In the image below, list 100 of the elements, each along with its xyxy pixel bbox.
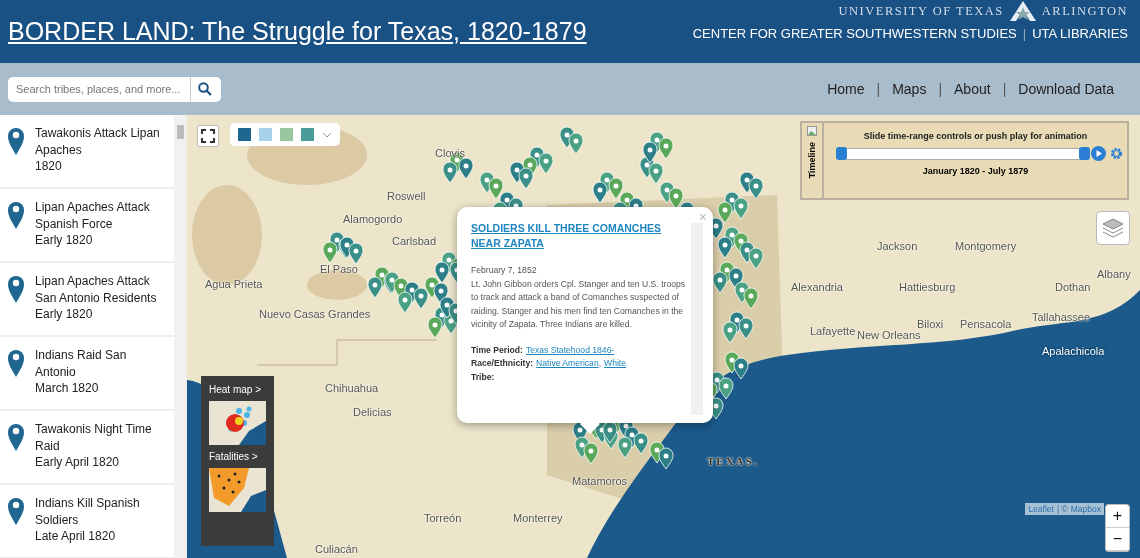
map-pin-icon: [7, 275, 25, 303]
place-label: Carlsbad: [392, 235, 437, 248]
place-label: Monterrey: [513, 512, 563, 525]
event-title: Indians Kill Spanish Soldiers: [35, 495, 141, 528]
place-label: Culiacán: [315, 543, 358, 556]
fullscreen-button[interactable]: [197, 125, 219, 147]
event-date: March 1820: [35, 380, 100, 397]
event-list-item[interactable]: Indians Kill Spanish Soldiers Late April 1820: [0, 485, 174, 557]
place-label: Hattiesburg: [899, 281, 956, 294]
layers-icon: [1102, 218, 1124, 238]
university-name: UNIVERSITY OF TEXAS: [838, 3, 1004, 19]
color-swatch[interactable]: [301, 128, 314, 141]
timeline-hint: Slide time-range controls or push play for animation: [863, 131, 1088, 141]
place-label: Alexandria: [791, 281, 843, 294]
place-label: Pensacola: [960, 318, 1012, 331]
link-separator: |: [938, 81, 943, 97]
nav-link[interactable]: Home: [827, 81, 865, 97]
settings-icon[interactable]: [1108, 146, 1124, 161]
search-field[interactable]: Search tribes, places, and more...: [8, 76, 221, 102]
event-list-item[interactable]: Tawakonis Night Time Raid Early April 1820: [0, 411, 174, 483]
place-label: Albany: [1097, 268, 1131, 281]
link-separator: |: [876, 81, 881, 97]
nav-link[interactable]: Maps: [892, 81, 927, 97]
zoom-button[interactable]: −: [1106, 528, 1129, 551]
map-pin-icon: [7, 423, 25, 451]
star-logo-icon: [1007, 1, 1038, 21]
event-title: Indians Raid San Antonio: [35, 347, 128, 380]
link-separator: ,: [598, 357, 602, 370]
fullscreen-icon: [201, 129, 215, 143]
event-date: Early 1820: [35, 306, 94, 323]
style-picker[interactable]: [230, 123, 340, 146]
color-swatch[interactable]: [280, 128, 293, 141]
place-label: Chihuahua: [325, 382, 379, 395]
event-title: Tawakonis Night Time Raid: [35, 421, 153, 454]
place-label: Lafayette: [810, 325, 856, 338]
place-label: El Paso: [320, 263, 358, 276]
nav-link[interactable]: Download Data: [1018, 81, 1114, 97]
event-date: Early 1820: [35, 232, 94, 249]
event-date: Late April 1820: [35, 528, 117, 545]
event-date: 1820: [35, 158, 63, 175]
place-label: Agua Prieta: [205, 278, 263, 291]
broken-image-icon: [807, 126, 817, 136]
timeline-tab[interactable]: Timeline: [802, 123, 824, 198]
event-title: Lipan Apaches Attack San Antonio Residents: [35, 273, 158, 306]
field-label: Time Period:: [471, 343, 523, 357]
field-label: Tribe:: [471, 370, 495, 384]
chevron-down-icon[interactable]: [322, 131, 332, 138]
place-label: New Orleans: [857, 329, 921, 342]
event-list-item[interactable]: Lipan Apaches Attack San Antonio Residents Early 1820: [0, 263, 174, 335]
thumbnail-link[interactable]: Fatalities >: [209, 451, 266, 462]
link-separator: |: [1022, 26, 1027, 41]
place-label: Montgomery: [955, 240, 1017, 253]
place-label: Dothan: [1055, 281, 1091, 294]
thumbnail-link[interactable]: Heat map >: [209, 384, 266, 395]
event-description: Lt. John Gibbon orders Cpl. Stanger and ten U.S. troops to track and attack a band of Comanches suspected of raiding. Stanger and his men find ten Comanches in the vicinity of Zapata. Three Indians are killed.: [471, 277, 686, 331]
timeline-label: Timeline: [807, 142, 817, 179]
place-label: Clovis: [435, 147, 465, 160]
layers-button[interactable]: [1096, 211, 1130, 245]
map-pin-icon: [7, 201, 25, 229]
region-label: TEXAS.: [707, 455, 759, 468]
fatalities-map-thumbnail[interactable]: [209, 468, 266, 512]
event-list-item[interactable]: Indians Raid San Antonio March 1820: [0, 337, 174, 409]
site-title-link[interactable]: BORDER LAND: The Struggle for Texas, 1820-1879: [8, 17, 587, 63]
color-swatch[interactable]: [238, 128, 251, 141]
map-pin-icon: [7, 349, 25, 377]
event-date: Early April 1820: [35, 454, 121, 471]
place-label: Tallahassee: [1032, 311, 1091, 324]
search-icon[interactable]: [198, 82, 212, 96]
map-pin-icon: [7, 127, 25, 155]
place-label: Jackson: [877, 240, 918, 253]
nav-link[interactable]: About: [954, 81, 991, 97]
link-separator: |: [1002, 81, 1007, 97]
place-label: Matamoros: [572, 475, 628, 488]
place-label: Biloxi: [917, 318, 944, 331]
time-range-slider[interactable]: [837, 147, 1088, 160]
place-label: Torreón: [424, 512, 462, 525]
header-link[interactable]: UTA LIBRARIES: [1032, 26, 1128, 41]
event-list-item[interactable]: Lipan Apaches Attack Spanish Force Early 1820: [0, 189, 174, 261]
field-link[interactable]: Native American: [536, 357, 599, 371]
event-title: Tawakonis Attack Lipan Apaches: [35, 125, 161, 158]
scrollbar[interactable]: [174, 115, 187, 558]
field-link[interactable]: Texas Statehood 1846-: [525, 343, 615, 357]
time-range-label: January 1820 - July 1879: [922, 166, 1029, 176]
field-link[interactable]: White: [604, 357, 627, 371]
heat-map-thumbnail[interactable]: [209, 401, 266, 445]
color-swatch[interactable]: [259, 128, 272, 141]
zoom-button[interactable]: +: [1106, 505, 1129, 528]
place-label: Alamogordo: [343, 213, 403, 226]
event-title: Lipan Apaches Attack Spanish Force: [35, 199, 151, 232]
place-label: Delicias: [353, 406, 392, 419]
event-title-link[interactable]: SOLDIERS KILL THREE COMANCHES NEAR ZAPATA: [471, 221, 687, 251]
play-icon[interactable]: [1090, 146, 1106, 161]
map-pin-icon: [7, 497, 25, 525]
place-label: Roswell: [387, 190, 426, 203]
attribution-separator: | ©: [1056, 504, 1068, 514]
event-list-item[interactable]: Tawakonis Attack Lipan Apaches 1820: [0, 115, 174, 187]
place-label: Apalachicola: [1042, 345, 1105, 358]
header-link[interactable]: CENTER FOR GREATER SOUTHWESTERN STUDIES: [692, 26, 1017, 41]
field-label: Race/Ethnicity:: [471, 357, 534, 370]
university-name: ARLINGTON: [1041, 3, 1128, 19]
